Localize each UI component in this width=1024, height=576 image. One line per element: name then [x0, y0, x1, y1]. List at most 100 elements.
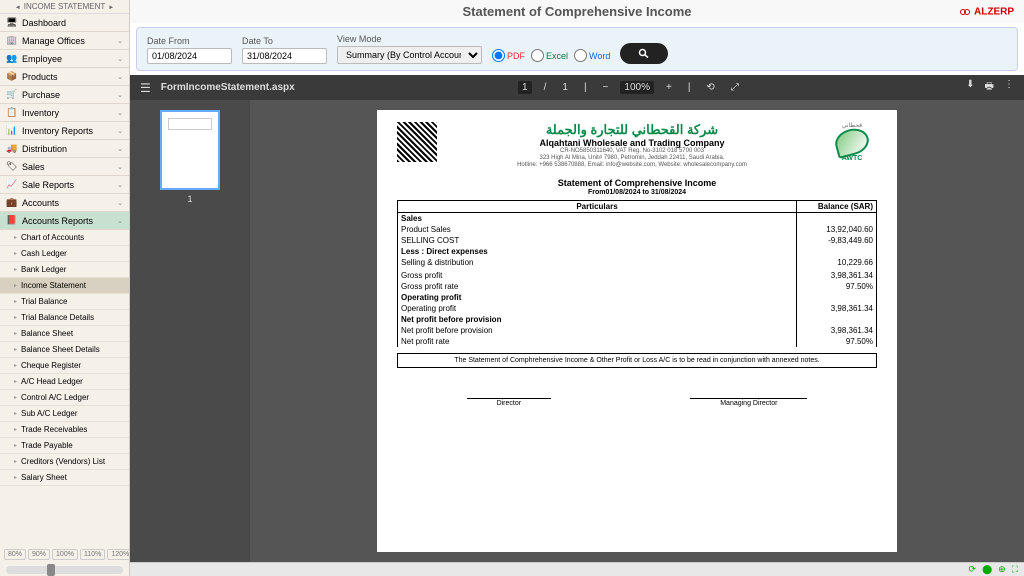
sub-item-trade-payable[interactable]: Trade Payable	[0, 438, 129, 454]
row-label: Selling & distribution	[398, 257, 797, 268]
company-address: 323 High Al Mina, Unit# 7980, Petromin, …	[447, 155, 817, 162]
fit-icon[interactable]: ⤢	[727, 81, 743, 94]
nav-item-employee[interactable]: 👥Employee⌄	[0, 50, 129, 68]
nav-item-sale-reports[interactable]: 📈Sale Reports⌄	[0, 176, 129, 194]
sub-item-cash-ledger[interactable]: Cash Ledger	[0, 246, 129, 262]
zoom-preset[interactable]: 110%	[80, 549, 105, 560]
page-sep: /	[540, 81, 551, 94]
nav-item-inventory[interactable]: 📋Inventory⌄	[0, 104, 129, 122]
page-current[interactable]: 1	[518, 81, 532, 94]
company-reg: CR-NO5850311640, VAT Reg. No-3102 018 57…	[447, 148, 817, 155]
status-bar: ⟳ ⬤ ⊕ ⛶	[130, 562, 1024, 576]
page-thumbnail[interactable]	[160, 110, 220, 190]
zoom-in-button[interactable]: +	[662, 81, 676, 94]
date-from-label: Date From	[147, 36, 232, 46]
chevron-icon: ⌄	[117, 73, 123, 81]
sync-icon[interactable]: ⟳	[969, 564, 977, 575]
search-button[interactable]	[620, 43, 668, 64]
main-content: Statement of Comprehensive Income ALZERP…	[130, 0, 1024, 576]
wifi-icon[interactable]: ⊕	[998, 564, 1006, 575]
nav-item-accounts-reports[interactable]: 📕Accounts Reports⌄	[0, 212, 129, 230]
format-radio-pdf[interactable]: PDF	[492, 49, 525, 62]
sub-item-control-a-c-ledger[interactable]: Control A/C Ledger	[0, 390, 129, 406]
row-label: Net profit rate	[398, 336, 797, 347]
radio-input[interactable]	[574, 49, 587, 62]
radio-input[interactable]	[492, 49, 505, 62]
qr-code	[397, 122, 437, 162]
more-icon[interactable]: ⋮	[1004, 79, 1014, 96]
sub-item-trial-balance[interactable]: Trial Balance	[0, 294, 129, 310]
zoom-out-button[interactable]: −	[599, 81, 613, 94]
chevron-icon: ⌄	[117, 109, 123, 117]
sub-item-creditors-vendors-list[interactable]: Creditors (Vendors) List	[0, 454, 129, 470]
nav-label: Distribution	[22, 144, 67, 154]
nav-icon: 💼	[6, 197, 18, 208]
page-viewport[interactable]: شركة القحطاني للتجارة والجملة Alqahtani …	[250, 100, 1024, 562]
date-from-input[interactable]	[147, 48, 232, 64]
row-value: 13,92,040.60	[797, 224, 877, 235]
radio-input[interactable]	[531, 49, 544, 62]
sub-item-salary-sheet[interactable]: Salary Sheet	[0, 470, 129, 486]
sub-item-sub-a-c-ledger[interactable]: Sub A/C Ledger	[0, 406, 129, 422]
hamburger-icon[interactable]: ☰	[140, 81, 151, 95]
rotate-icon[interactable]: ⟲	[702, 81, 718, 94]
report-row: Product Sales13,92,040.60	[398, 224, 877, 235]
expand-icon[interactable]: ⛶	[1012, 564, 1018, 575]
nav-item-dashboard[interactable]: 🖥Dashboard	[0, 14, 129, 32]
print-icon[interactable]: 🖶	[985, 79, 994, 96]
sub-item-income-statement[interactable]: Income Statement	[0, 278, 129, 294]
download-icon[interactable]: ⬇	[966, 79, 974, 96]
nav-item-inventory-reports[interactable]: 📊Inventory Reports⌄	[0, 122, 129, 140]
zoom-preset[interactable]: 80%	[4, 549, 26, 560]
date-to-input[interactable]	[242, 48, 327, 64]
pdf-body: 1 شركة القحطاني للتجارة والجملة Alqahtan…	[130, 100, 1024, 562]
row-label: SELLING COST	[398, 235, 797, 246]
nav-item-purchase[interactable]: 🛒Purchase⌄	[0, 86, 129, 104]
signature-managing-director: Managing Director	[690, 398, 807, 408]
nav-item-distribution[interactable]: 🚚Distribution⌄	[0, 140, 129, 158]
format-radio-word[interactable]: Word	[574, 49, 610, 62]
nav-item-sales[interactable]: 🏷Sales⌄	[0, 158, 129, 176]
thumbnail-number: 1	[140, 194, 240, 204]
nav-item-products[interactable]: 📦Products⌄	[0, 68, 129, 86]
company-logo: قحطاني AWTC	[827, 122, 877, 162]
nav-item-manage-offices[interactable]: 🏢Manage Offices⌄	[0, 32, 129, 50]
sub-item-a-c-head-ledger[interactable]: A/C Head Ledger	[0, 374, 129, 390]
sub-item-trade-receivables[interactable]: Trade Receivables	[0, 422, 129, 438]
signature-director: Director	[467, 398, 552, 408]
report-table: Particulars Balance (SAR) SalesProduct S…	[397, 200, 877, 347]
nav-label: Sale Reports	[22, 180, 74, 190]
format-radio-excel[interactable]: Excel	[531, 49, 568, 62]
check-icon[interactable]: ⬤	[982, 564, 992, 575]
nav-item-accounts[interactable]: 💼Accounts⌄	[0, 194, 129, 212]
sub-item-balance-sheet-details[interactable]: Balance Sheet Details	[0, 342, 129, 358]
report-row: Net profit before provision3,98,361.34	[398, 325, 877, 336]
nav-label: Sales	[22, 162, 45, 172]
report-row: Net profit rate97.50%	[398, 336, 877, 347]
report-row: Selling & distribution10,229.66	[398, 257, 877, 268]
zoom-bar: 80%90%100%110%120%	[0, 545, 129, 564]
filter-bar: Date From Date To View Mode Summary (By …	[136, 27, 1018, 71]
report-period: From01/08/2024 to 31/08/2024	[397, 189, 877, 196]
zoom-level[interactable]: 100%	[620, 81, 654, 94]
row-label: Net profit before provision	[398, 314, 797, 325]
sub-item-balance-sheet[interactable]: Balance Sheet	[0, 326, 129, 342]
sub-item-chart-of-accounts[interactable]: Chart of Accounts	[0, 230, 129, 246]
zoom-slider[interactable]	[6, 566, 123, 574]
nav-icon: 📋	[6, 107, 18, 118]
report-row: Sales	[398, 212, 877, 224]
report-row: Less : Direct expenses	[398, 246, 877, 257]
sub-item-cheque-register[interactable]: Cheque Register	[0, 358, 129, 374]
row-value	[797, 314, 877, 325]
row-value	[797, 212, 877, 224]
zoom-preset[interactable]: 100%	[52, 549, 78, 560]
row-label: Sales	[398, 212, 797, 224]
sub-item-trial-balance-details[interactable]: Trial Balance Details	[0, 310, 129, 326]
divider: |	[684, 81, 695, 94]
view-mode-select[interactable]: Summary (By Control Account)	[337, 46, 482, 64]
nav-label: Purchase	[22, 90, 60, 100]
nav-icon: 📊	[6, 125, 18, 136]
row-value: 97.50%	[797, 281, 877, 292]
zoom-preset[interactable]: 90%	[28, 549, 50, 560]
sub-item-bank-ledger[interactable]: Bank Ledger	[0, 262, 129, 278]
